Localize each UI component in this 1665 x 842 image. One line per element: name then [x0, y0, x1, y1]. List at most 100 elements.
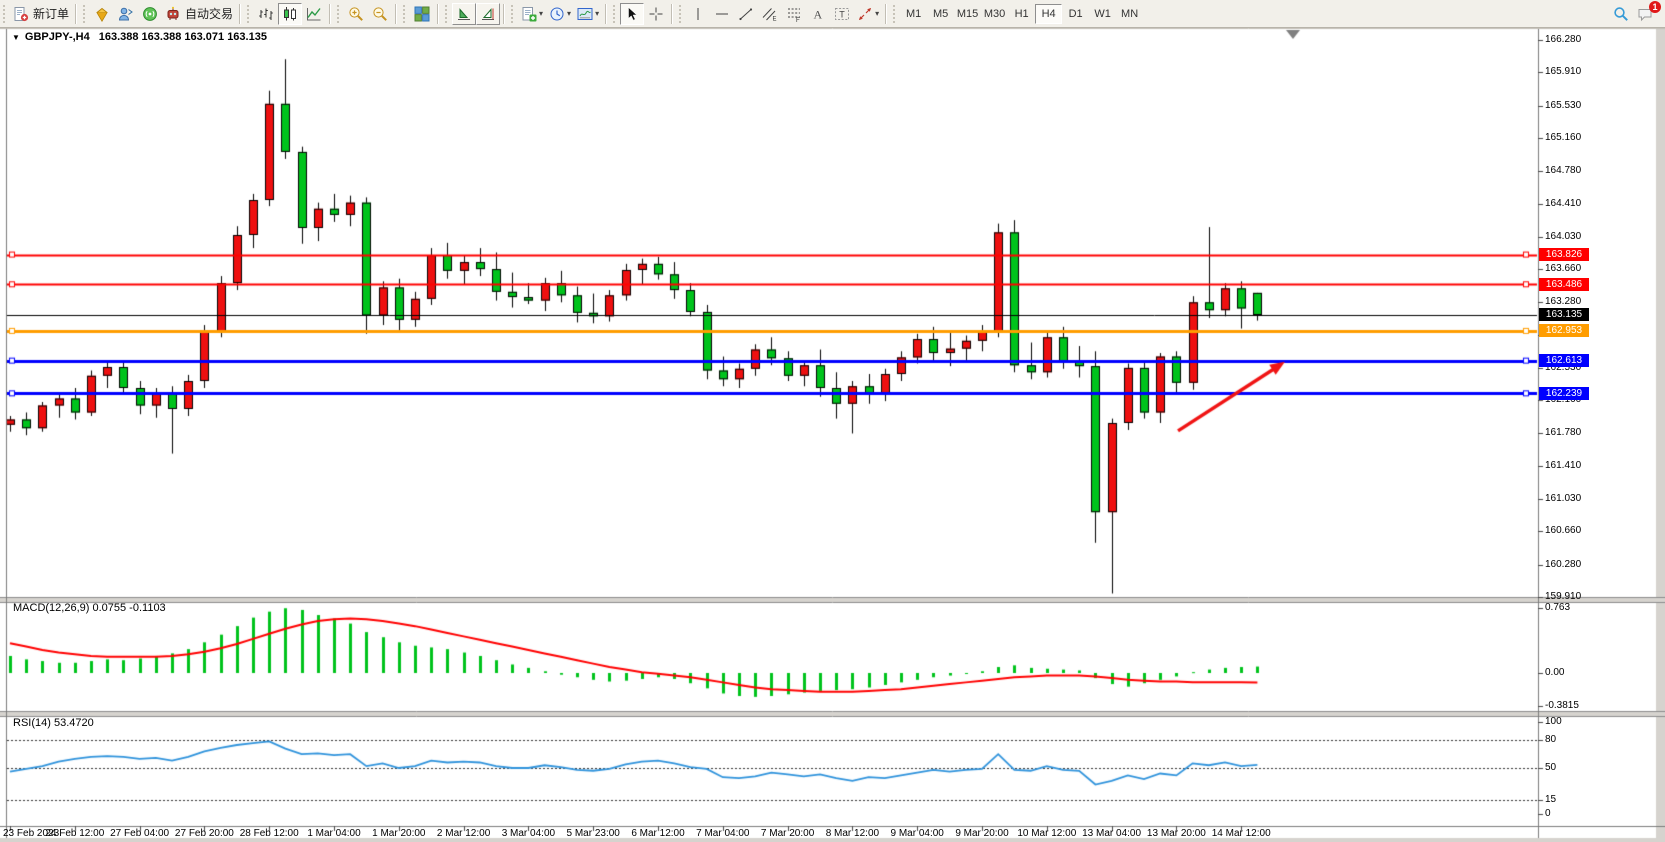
time-axis-label: 7 Mar 20:00 [761, 828, 814, 839]
toolbar-grip[interactable] [892, 5, 897, 23]
chart-canvas[interactable] [0, 0, 1665, 842]
macd-values: 0.0755 -0.1103 [92, 602, 165, 614]
text-icon: A [810, 6, 826, 22]
toolbar-separator [437, 4, 439, 24]
rsi-name: RSI(14) [13, 717, 51, 729]
chevron-down-icon[interactable]: ▾ [567, 9, 571, 18]
timeframe-button-m1[interactable]: M1 [900, 4, 927, 24]
svg-text:E: E [773, 16, 777, 22]
toolbar-grip[interactable] [2, 5, 7, 23]
timeframe-button-h1[interactable]: H1 [1008, 4, 1035, 24]
macd-axis-label: 0.00 [1545, 667, 1564, 678]
horizontal-line-button[interactable] [710, 3, 734, 25]
line-chart-button[interactable] [302, 3, 326, 25]
template-button[interactable]: ▾ [574, 3, 602, 25]
timeframe-button-m30[interactable]: M30 [981, 4, 1008, 24]
price-axis-label: 164.780 [1545, 165, 1581, 176]
cursor-button[interactable] [620, 3, 644, 25]
toolbar-grip[interactable] [678, 5, 683, 23]
timeframe-button-h4[interactable]: H4 [1035, 4, 1062, 24]
timeframe-button-d1[interactable]: D1 [1062, 4, 1089, 24]
timeframe-button-w1[interactable]: W1 [1089, 4, 1116, 24]
arrows-button[interactable]: ▾ [854, 3, 882, 25]
price-level-badge: 163.826 [1539, 248, 1589, 261]
channel-icon: E [762, 6, 778, 22]
gold-gem-icon [94, 6, 110, 22]
signal-button[interactable] [138, 3, 162, 25]
cursor-icon [624, 6, 640, 22]
zoom-out-button[interactable] [368, 3, 392, 25]
autotrade-robot-icon-button[interactable]: 自动交易 [162, 3, 236, 25]
time-axis-label: 10 Mar 12:00 [1017, 828, 1076, 839]
new-chart-button[interactable]: ▾ [518, 3, 546, 25]
price-axis-label: 163.280 [1545, 296, 1581, 307]
toolbar-grip[interactable] [612, 5, 617, 23]
macd-name: MACD(12,26,9) [13, 602, 89, 614]
vertical-line-icon [690, 6, 706, 22]
chevron-down-icon[interactable]: ▾ [875, 9, 879, 18]
candlestick-button[interactable] [278, 3, 302, 25]
trendline-button[interactable] [734, 3, 758, 25]
toolbar-grip[interactable] [336, 5, 341, 23]
navigator-button[interactable] [114, 3, 138, 25]
fibonacci-icon: F [786, 6, 802, 22]
price-level-badge: 162.613 [1539, 354, 1589, 367]
period-icon [549, 6, 565, 22]
time-axis-label: 14 Mar 12:00 [1212, 828, 1271, 839]
search-button[interactable] [1609, 3, 1633, 25]
zoom-out-icon [372, 6, 388, 22]
time-axis-label: 13 Mar 04:00 [1082, 828, 1141, 839]
rsi-value: 53.4720 [54, 717, 94, 729]
toolbar-grip[interactable] [402, 5, 407, 23]
chart-title: ▼GBPJPY-,H4163.388 163.388 163.071 163.1… [12, 31, 267, 43]
text-label-icon: T [834, 6, 850, 22]
svg-text:T: T [839, 9, 845, 19]
bar-chart-button[interactable] [254, 3, 278, 25]
toolbar-grip[interactable] [510, 5, 515, 23]
text-label-button[interactable]: T [830, 3, 854, 25]
toolbar-grip[interactable] [246, 5, 251, 23]
tile-windows-icon [414, 6, 430, 22]
rsi-axis-label: 50 [1545, 762, 1556, 773]
crosshair-button[interactable] [644, 3, 668, 25]
chart-collapse-icon[interactable]: ▼ [12, 33, 20, 42]
chevron-down-icon[interactable]: ▾ [595, 9, 599, 18]
price-axis-label: 159.910 [1545, 591, 1581, 602]
new-order-icon-button[interactable]: 新订单 [10, 3, 72, 25]
toolbar-separator [395, 4, 397, 24]
timeframe-button-m15[interactable]: M15 [954, 4, 981, 24]
fibonacci-button[interactable]: F [782, 3, 806, 25]
auto-scroll-button[interactable] [452, 3, 476, 25]
macd-axis-label: 0.763 [1545, 602, 1570, 613]
price-axis-label: 161.410 [1545, 460, 1581, 471]
chart-shift-button[interactable] [476, 3, 500, 25]
price-axis-label: 164.030 [1545, 231, 1581, 242]
timeframe-button-mn[interactable]: MN [1116, 4, 1143, 24]
horizontal-line-icon [714, 6, 730, 22]
autotrade-robot-label: 自动交易 [185, 5, 233, 22]
toolbar-separator [605, 4, 607, 24]
notifications-button[interactable]: 1 [1633, 3, 1657, 25]
text-button[interactable]: A [806, 3, 830, 25]
channel-button[interactable]: E [758, 3, 782, 25]
time-axis-label: 1 Mar 20:00 [372, 828, 425, 839]
symbol-period-label: GBPJPY-,H4 [25, 31, 90, 43]
price-axis-label: 160.660 [1545, 525, 1581, 536]
period-button[interactable]: ▾ [546, 3, 574, 25]
time-axis-label: 3 Mar 04:00 [502, 828, 555, 839]
tile-windows-button[interactable] [410, 3, 434, 25]
price-axis-label: 161.030 [1545, 493, 1581, 504]
gold-gem-button[interactable] [90, 3, 114, 25]
time-axis-label: 5 Mar 23:00 [567, 828, 620, 839]
timeframe-button-m5[interactable]: M5 [927, 4, 954, 24]
price-axis-label: 163.660 [1545, 263, 1581, 274]
navigator-icon [118, 6, 134, 22]
toolbar-grip[interactable] [444, 5, 449, 23]
zoom-in-button[interactable] [344, 3, 368, 25]
chevron-down-icon[interactable]: ▾ [539, 9, 543, 18]
notification-count-badge: 1 [1649, 1, 1661, 13]
trendline-icon [738, 6, 754, 22]
toolbar-grip[interactable] [82, 5, 87, 23]
time-axis-label: 9 Mar 20:00 [955, 828, 1008, 839]
vertical-line-button[interactable] [686, 3, 710, 25]
